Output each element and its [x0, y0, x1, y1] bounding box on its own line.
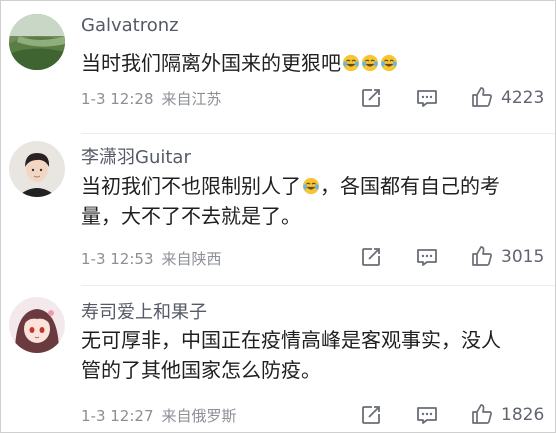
- comment-icon[interactable]: [415, 245, 439, 269]
- username[interactable]: 寿司爱上和果子: [81, 298, 207, 324]
- landscape-avatar-icon: [9, 14, 65, 70]
- comment-time: 1-3 12:28: [81, 90, 154, 108]
- laughing-tears-emoji-icon: [342, 54, 360, 72]
- comment-text-line: ，各国都有自己的考: [320, 174, 500, 198]
- divider: [81, 285, 555, 286]
- comment-time: 1-3 12:53: [81, 250, 154, 268]
- user-avatar[interactable]: [9, 14, 65, 70]
- comment-icon[interactable]: [415, 403, 439, 427]
- divider: [81, 133, 555, 134]
- person-avatar-icon: [9, 141, 65, 197]
- share-icon[interactable]: [359, 86, 383, 110]
- thumbs-up-icon[interactable]: [470, 244, 494, 268]
- share-icon[interactable]: [359, 403, 383, 427]
- anime-girl-avatar-icon: [9, 297, 65, 353]
- comment-text-line: 当初我们不也限制别人了: [81, 174, 301, 198]
- thumbs-up-icon[interactable]: [470, 85, 494, 109]
- laughing-tears-emoji-icon: [361, 54, 379, 72]
- user-avatar[interactable]: [9, 297, 65, 353]
- share-icon[interactable]: [359, 245, 383, 269]
- like-count: 1826: [501, 405, 545, 425]
- comment-icon[interactable]: [415, 86, 439, 110]
- comment-item: Galvatronz 当时我们隔离外国来的更狠吧 1-3 12:28 来自江苏: [1, 1, 555, 139]
- comment-text-line: 无可厚非，中国正在疫情高峰是客观事实，没人: [81, 328, 501, 352]
- comment-meta: 1-3 12:28 来自江苏: [81, 88, 222, 109]
- like-count: 3015: [501, 247, 545, 267]
- like-count: 4223: [501, 88, 545, 108]
- laughing-tears-emoji-icon: [302, 177, 320, 195]
- comment-location: 来自江苏: [161, 90, 222, 108]
- comment-text: 无可厚非，中国正在疫情高峰是客观事实，没人 管的了其他国家怎么防疫。: [81, 325, 535, 385]
- comment-text-line: 量，大不了不去就是了。: [81, 204, 301, 228]
- comment-text-line: 管的了其他国家怎么防疫。: [81, 358, 321, 382]
- user-avatar[interactable]: [9, 141, 65, 197]
- username[interactable]: 李潇羽Guitar: [81, 143, 191, 169]
- comment-location: 来自陕西: [161, 250, 222, 268]
- laughing-tears-emoji-icon: [380, 54, 398, 72]
- comment-time: 1-3 12:27: [81, 407, 154, 425]
- comment-text: 当时我们隔离外国来的更狠吧: [81, 48, 535, 78]
- comment-meta: 1-3 12:53 来自陕西: [81, 248, 222, 269]
- comment-text: 当初我们不也限制别人了 ，各国都有自己的考 量，大不了不去就是了。: [81, 171, 535, 231]
- comment-location: 来自俄罗斯: [161, 407, 237, 425]
- comment-text-content: 当时我们隔离外国来的更狠吧: [81, 51, 341, 75]
- comment-meta: 1-3 12:27 来自俄罗斯: [81, 405, 237, 426]
- username[interactable]: Galvatronz: [81, 15, 179, 36]
- thumbs-up-icon[interactable]: [470, 402, 494, 426]
